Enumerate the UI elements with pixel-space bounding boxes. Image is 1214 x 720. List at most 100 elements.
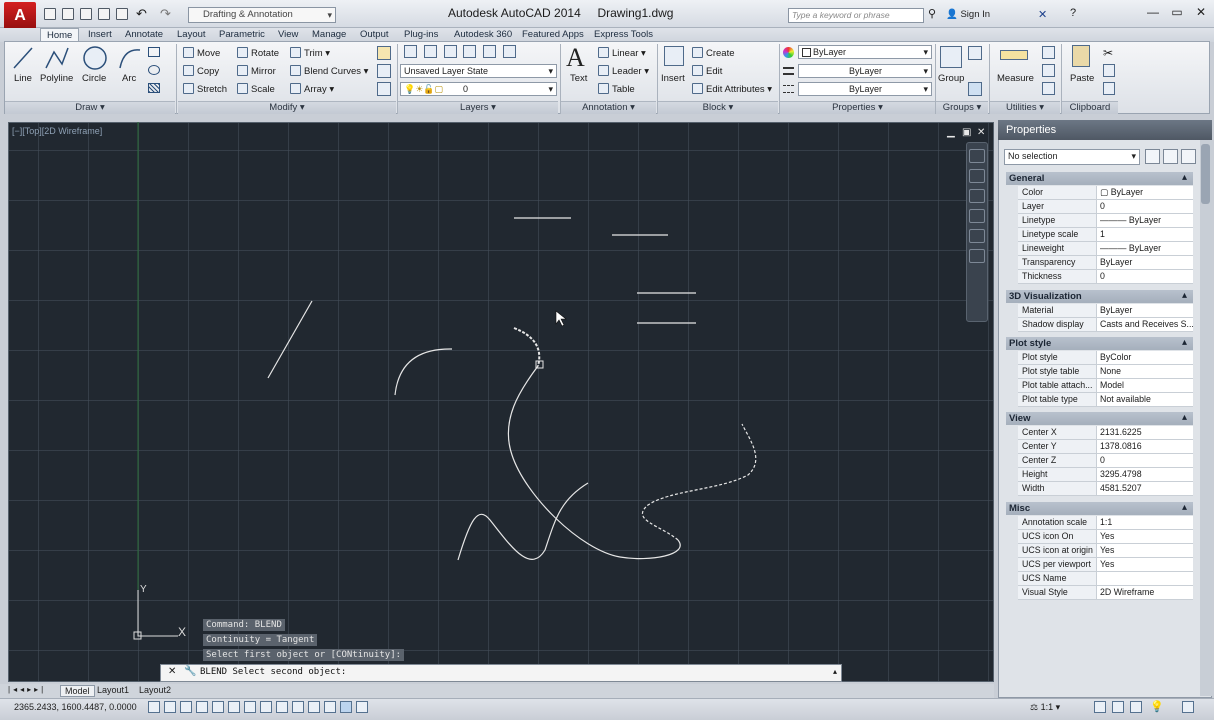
edit-attributes-button[interactable]: Edit Attributes ▾ — [692, 83, 772, 95]
lineweight-dropdown[interactable]: ByLayer — [798, 64, 932, 78]
properties-panel-title[interactable]: Properties ▾ — [780, 101, 935, 114]
viewport-controls-label[interactable]: [−][Top][2D Wireframe] — [12, 126, 102, 136]
workspace-switch-icon[interactable] — [1094, 701, 1106, 713]
rotate-button[interactable]: Rotate — [237, 47, 279, 59]
grid-toggle-icon[interactable] — [164, 701, 176, 713]
property-row[interactable]: Plot table attach... Model — [1018, 379, 1193, 393]
maximize-button[interactable]: ▭ — [1166, 5, 1188, 21]
tab-view[interactable]: View — [278, 28, 298, 41]
blend-curves-button[interactable]: Blend Curves ▾ — [290, 65, 368, 77]
array-button[interactable]: Array ▾ — [290, 83, 334, 95]
move-button[interactable]: Move — [183, 47, 220, 59]
section-misc[interactable]: Misc — [1006, 501, 1193, 515]
layer-on-bulb-icon[interactable]: 💡☀🔓▢ — [404, 84, 443, 95]
property-row[interactable]: Layer 0 — [1018, 200, 1193, 214]
layer-isolate-icon[interactable] — [423, 45, 437, 58]
paste-label[interactable]: Paste — [1070, 73, 1094, 84]
properties-title[interactable]: Properties — [998, 120, 1212, 140]
save-as-icon[interactable] — [98, 8, 110, 20]
osnap-toggle-icon[interactable] — [212, 701, 224, 713]
section-general[interactable]: General — [1006, 171, 1193, 185]
draw-panel-title[interactable]: Draw ▾ — [5, 101, 175, 114]
search-input[interactable]: Type a keyword or phrase — [788, 8, 924, 23]
isolate-objects-icon[interactable]: 💡 — [1150, 700, 1164, 713]
groups-panel-title[interactable]: Groups ▾ — [936, 101, 988, 114]
drawing-area[interactable] — [8, 122, 994, 682]
circle-label[interactable]: Circle — [82, 73, 106, 84]
property-row[interactable]: Center Z0 — [1018, 454, 1193, 468]
tab-insert[interactable]: Insert — [88, 28, 112, 41]
ducs-toggle-icon[interactable] — [260, 701, 272, 713]
annotation-scale[interactable]: ⚖ 1:1 ▾ — [1030, 702, 1060, 713]
viewport-minimize-icon[interactable]: ▁ — [947, 127, 955, 138]
ellipse-tool-icon[interactable] — [148, 65, 160, 75]
copy-base-icon[interactable] — [1103, 82, 1115, 95]
coordinate-readout[interactable]: 2365.2433, 1600.4487, 0.0000 — [14, 702, 137, 712]
quick-calc-icon[interactable] — [1042, 46, 1055, 59]
property-row[interactable]: Linetype ——— ByLayer — [1018, 214, 1193, 228]
lock-ui-icon[interactable] — [1112, 701, 1124, 713]
tab-output[interactable]: Output — [360, 28, 389, 41]
snap-toggle-icon[interactable] — [148, 701, 160, 713]
linetype-dropdown[interactable]: ByLayer — [798, 82, 932, 96]
property-row[interactable]: Plot style table None — [1018, 365, 1193, 379]
selection-dropdown[interactable]: No selection — [1004, 149, 1140, 165]
trim-button[interactable]: Trim ▾ — [290, 47, 330, 59]
text-label[interactable]: Text — [570, 73, 587, 84]
layers-panel-title[interactable]: Layers ▾ — [398, 101, 558, 114]
toggle-pickadd-icon[interactable] — [1145, 149, 1160, 164]
qp-toggle-icon[interactable] — [324, 701, 336, 713]
clean-screen-icon[interactable] — [1182, 701, 1194, 713]
tpy-toggle-icon[interactable] — [308, 701, 320, 713]
match-properties-icon[interactable] — [783, 47, 794, 58]
polar-toggle-icon[interactable] — [196, 701, 208, 713]
quick-select-icon[interactable] — [1181, 149, 1196, 164]
stretch-button[interactable]: Stretch — [183, 83, 227, 95]
insert-block-icon[interactable] — [664, 46, 684, 66]
layer-freeze-icon[interactable] — [443, 45, 457, 58]
am-toggle-icon[interactable] — [356, 701, 368, 713]
otrack-toggle-icon[interactable] — [244, 701, 256, 713]
close-button[interactable]: ✕ — [1190, 5, 1212, 21]
measure-icon[interactable] — [1000, 50, 1028, 60]
command-history-toggle-icon[interactable]: ▴ — [833, 667, 837, 676]
undo-icon[interactable]: ↶ — [136, 6, 147, 22]
polyline-tool-icon[interactable] — [44, 46, 70, 70]
property-row[interactable]: Plot style ByColor — [1018, 351, 1193, 365]
leader-button[interactable]: Leader ▾ — [598, 65, 649, 77]
property-row[interactable]: Lineweight ——— ByLayer — [1018, 242, 1193, 256]
property-row[interactable]: Visual Style 2D Wireframe — [1018, 586, 1193, 600]
open-file-icon[interactable] — [62, 8, 74, 20]
color-dropdown[interactable]: ByLayer — [798, 45, 932, 59]
tab-layout[interactable]: Layout — [177, 28, 206, 41]
dyn-toggle-icon[interactable] — [276, 701, 288, 713]
hardware-accel-icon[interactable] — [1130, 701, 1142, 713]
plot-icon[interactable] — [116, 8, 128, 20]
circle-tool-icon[interactable] — [82, 45, 108, 71]
property-row[interactable]: Material ByLayer — [1018, 304, 1193, 318]
workspace-dropdown[interactable]: Drafting & Annotation — [188, 7, 336, 23]
line-tool-icon[interactable] — [12, 46, 34, 70]
table-button[interactable]: Table — [598, 83, 635, 95]
property-row[interactable]: Linetype scale 1 — [1018, 228, 1193, 242]
arc-tool-icon[interactable] — [118, 46, 142, 70]
help-icon[interactable]: ? — [1070, 7, 1076, 19]
navigation-bar[interactable] — [966, 142, 988, 322]
edit-block-button[interactable]: Edit — [692, 65, 722, 77]
group-selection-icon[interactable] — [968, 82, 982, 96]
paste-icon[interactable] — [1072, 45, 1090, 67]
redo-icon[interactable]: ↷ — [160, 6, 171, 22]
clipboard-panel-title[interactable]: Clipboard — [1062, 101, 1118, 114]
property-row[interactable]: Shadow display Casts and Receives S... — [1018, 318, 1193, 332]
offset-icon[interactable] — [377, 82, 391, 96]
property-row[interactable]: Color ▢ ByLayer — [1018, 186, 1193, 200]
property-row[interactable]: UCS Name — [1018, 572, 1193, 586]
layer-off-icon[interactable] — [463, 45, 477, 58]
scale-button[interactable]: Scale — [237, 83, 275, 95]
property-row[interactable]: Annotation scale 1:1 — [1018, 516, 1193, 530]
copy-clip-icon[interactable] — [1103, 64, 1115, 77]
block-panel-title[interactable]: Block ▾ — [658, 101, 778, 114]
viewport-close-icon[interactable]: ✕ — [977, 127, 985, 138]
tab-parametric[interactable]: Parametric — [219, 28, 265, 41]
copy-button[interactable]: Copy — [183, 65, 219, 77]
